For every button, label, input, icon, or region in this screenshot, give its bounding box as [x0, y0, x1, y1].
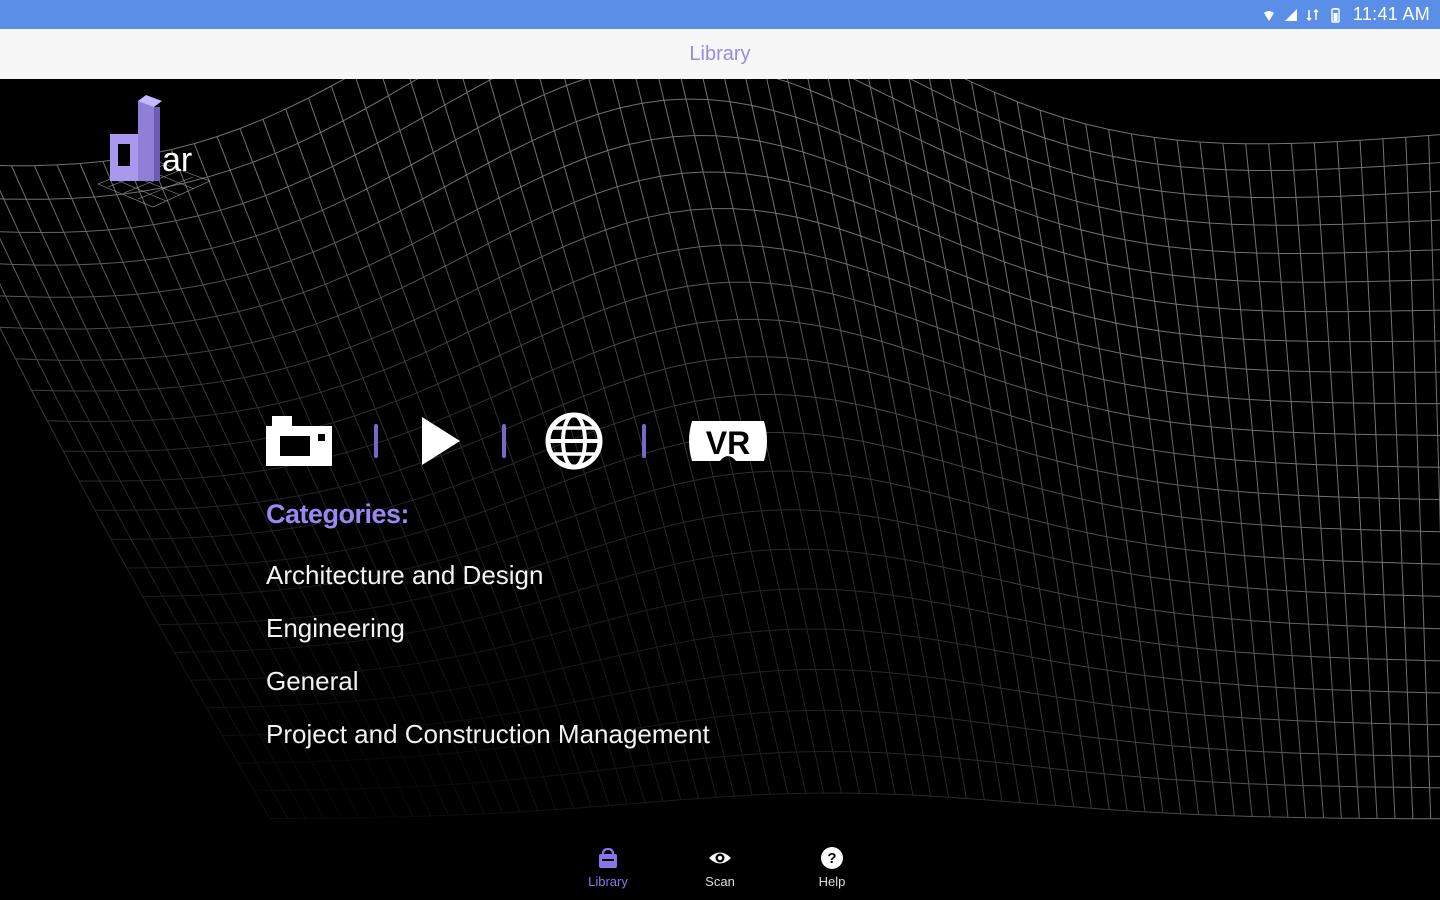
- nav-library-label: Library: [588, 874, 628, 889]
- eye-icon: [709, 852, 731, 864]
- separator: [642, 424, 646, 458]
- page-title: Library: [689, 42, 751, 65]
- nav-scan[interactable]: Scan: [689, 840, 751, 900]
- signal-icon: [1284, 8, 1297, 21]
- categories-section: Categories: Architecture and Design Engi…: [266, 499, 710, 772]
- media-type-row: VR: [262, 409, 772, 473]
- nav-scan-label: Scan: [705, 874, 735, 889]
- play-icon[interactable]: [416, 413, 464, 469]
- logo-text: ar: [162, 141, 192, 179]
- wifi-icon: [1263, 10, 1274, 21]
- categories-heading: Categories:: [266, 499, 410, 529]
- globe-icon[interactable]: [544, 411, 604, 471]
- battery-icon: [1331, 7, 1340, 23]
- status-time: 11:41 AM: [1352, 4, 1430, 24]
- vr-label: VR: [706, 425, 750, 461]
- category-item[interactable]: Architecture and Design: [266, 560, 710, 613]
- separator: [502, 424, 506, 458]
- nav-help-label: Help: [818, 874, 846, 889]
- data-icon: [1306, 8, 1319, 21]
- category-item[interactable]: Engineering: [266, 613, 710, 666]
- status-bar: 11:41 AM: [0, 0, 1440, 29]
- svg-text:?: ?: [827, 850, 836, 867]
- help-icon: ?: [821, 847, 843, 869]
- nav-library[interactable]: Library: [577, 840, 639, 900]
- main-content: ar VR Categories: Architecture and Desig…: [0, 79, 1440, 900]
- camera-icon[interactable]: [262, 412, 336, 470]
- bottom-nav: Library Scan ? Help: [0, 840, 1440, 900]
- separator: [374, 424, 378, 458]
- app-bar: Library: [0, 29, 1440, 79]
- nav-help[interactable]: ? Help: [801, 840, 863, 900]
- category-item[interactable]: Project and Construction Management: [266, 719, 710, 772]
- dar-logo: ar: [97, 95, 211, 208]
- category-item[interactable]: General: [266, 666, 710, 719]
- library-icon: [599, 847, 617, 868]
- vr-icon[interactable]: VR: [684, 413, 772, 469]
